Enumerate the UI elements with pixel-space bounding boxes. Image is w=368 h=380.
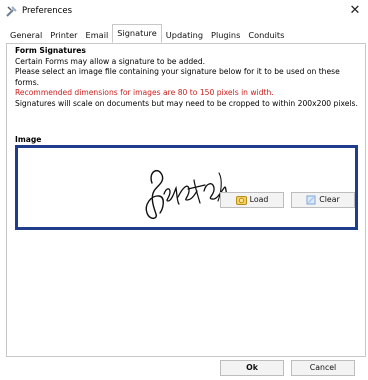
description-line-4: Signatures will scale on documents but m… <box>15 98 358 108</box>
ok-button[interactable]: Ok <box>220 360 284 376</box>
signature-image <box>145 169 231 220</box>
clear-icon <box>306 195 316 205</box>
description-line-1: Certain Forms may allow a signature to b… <box>15 56 206 66</box>
description-line-3: forms. <box>15 77 40 87</box>
tab-email[interactable]: Email <box>82 28 113 43</box>
cancel-button[interactable]: Cancel <box>291 360 355 376</box>
signature-description: Form Signatures Certain Forms may allow … <box>15 46 361 109</box>
tab-general[interactable]: General <box>6 28 46 43</box>
load-label: Load <box>249 195 269 204</box>
tab-conduits[interactable]: Conduits <box>244 28 288 43</box>
preferences-window: Preferences ✕ General Printer Email Sign… <box>0 0 368 380</box>
title-bar: Preferences ✕ <box>0 0 368 22</box>
description-line-2: Please select an image file containing y… <box>15 67 340 76</box>
tab-bar: General Printer Email Signature Updating… <box>6 24 288 43</box>
preferences-icon <box>6 6 17 17</box>
dimension-warning: Recommended dimensions for images are 80… <box>15 88 274 97</box>
load-button[interactable]: Load <box>220 192 284 208</box>
tab-printer[interactable]: Printer <box>46 28 81 43</box>
clear-label: Clear <box>319 195 340 204</box>
clear-button[interactable]: Clear <box>291 192 355 208</box>
signature-image-box[interactable] <box>15 145 358 230</box>
window-title: Preferences <box>22 6 72 16</box>
tab-plugins[interactable]: Plugins <box>207 28 244 43</box>
section-title: Form Signatures <box>15 46 86 55</box>
load-icon <box>235 195 247 205</box>
close-icon[interactable]: ✕ <box>346 2 364 20</box>
tab-signature[interactable]: Signature <box>112 24 162 43</box>
image-label: Image <box>15 135 42 144</box>
tab-updating[interactable]: Updating <box>162 28 207 43</box>
